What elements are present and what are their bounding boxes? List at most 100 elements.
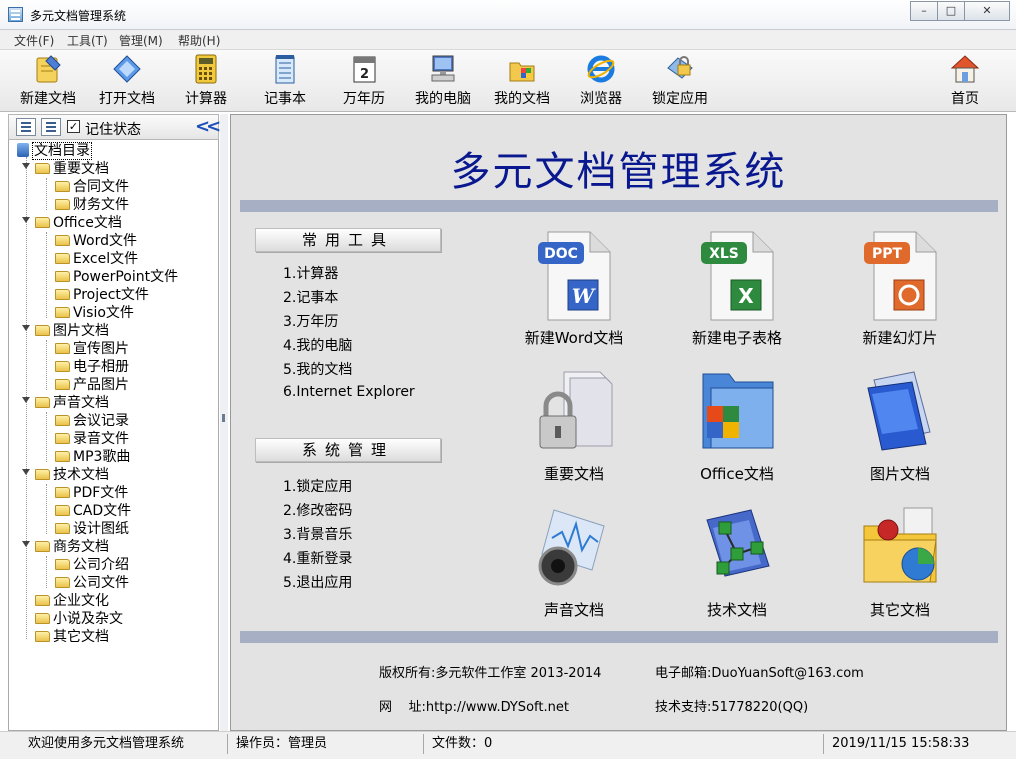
tool-link-calendar[interactable]: 3.万年历 (283, 311, 338, 331)
admin-link-lock[interactable]: 1.锁定应用 (283, 476, 352, 496)
tree-item-finance[interactable]: 财务文件 (55, 194, 129, 213)
expand-arrow-icon[interactable] (22, 217, 30, 223)
admin-link-relogin[interactable]: 4.重新登录 (283, 548, 352, 568)
tree-item-promo[interactable]: 宣传图片 (55, 338, 129, 357)
tree-item-album[interactable]: 电子相册 (55, 356, 129, 375)
folder-icon (55, 415, 70, 426)
close-button[interactable]: ✕ (964, 1, 1010, 21)
notepad-button[interactable]: 记事本 (248, 52, 322, 110)
expand-arrow-icon[interactable] (22, 163, 30, 169)
tile-tech-docs[interactable]: 技术文档 (662, 502, 812, 632)
tree-item-other[interactable]: 其它文档 (35, 626, 109, 645)
my-documents-icon (507, 54, 537, 84)
folder-icon (55, 307, 70, 318)
tree-header: ✓ 记住状态 << (8, 114, 221, 140)
tile-other-docs[interactable]: 其它文档 (825, 502, 975, 632)
tree-guide (46, 556, 47, 588)
tree-item-meeting[interactable]: 会议记录 (55, 410, 129, 429)
menu-tools[interactable]: 工具(T) (67, 32, 108, 49)
tree-item-word[interactable]: Word文件 (55, 230, 137, 249)
admin-link-change-password[interactable]: 2.修改密码 (283, 500, 352, 520)
picture-folder-icon (867, 371, 931, 451)
calculator-label: 计算器 (185, 91, 227, 107)
support-text: 技术支持:51778220(QQ) (655, 700, 809, 715)
tree-item-business[interactable]: 商务文档 (22, 536, 109, 555)
tile-new-ppt[interactable]: PPT 新建幻灯片 (825, 230, 975, 360)
panel-splitter[interactable] (220, 114, 228, 731)
tile-new-excel[interactable]: XLS X 新建电子表格 (662, 230, 812, 360)
open-doc-button[interactable]: 打开文档 (90, 52, 164, 110)
tool-link-notepad[interactable]: 2.记事本 (283, 287, 338, 307)
tree-item-important[interactable]: 重要文档 (22, 158, 109, 177)
tree-item-novels[interactable]: 小说及杂文 (35, 608, 123, 627)
tree-item-recording[interactable]: 录音文件 (55, 428, 129, 447)
tree-item-contract[interactable]: 合同文件 (55, 176, 129, 195)
tree-item-project[interactable]: Project文件 (55, 284, 149, 303)
calendar-button[interactable]: 2 万年历 (327, 52, 401, 110)
expand-arrow-icon[interactable] (22, 325, 30, 331)
tile-important-docs[interactable]: 重要文档 (499, 366, 649, 496)
menu-manage[interactable]: 管理(M) (119, 32, 163, 49)
tree-item-mp3[interactable]: MP3歌曲 (55, 446, 130, 465)
tile-picture-docs[interactable]: 图片文档 (825, 366, 975, 496)
tool-link-calculator[interactable]: 1.计算器 (283, 263, 338, 283)
calculator-button[interactable]: 计算器 (169, 52, 243, 110)
tool-link-ie[interactable]: 6.Internet Explorer (283, 384, 415, 400)
tree-item-product[interactable]: 产品图片 (55, 374, 129, 393)
menu-help[interactable]: 帮助(H) (178, 32, 220, 49)
tree-item-audio[interactable]: 声音文档 (22, 392, 109, 411)
tree-item-pdf[interactable]: PDF文件 (55, 482, 128, 501)
tools-section-header: 常用工具 (255, 228, 441, 252)
browser-button[interactable]: 浏览器 (564, 52, 638, 110)
tree-item-office[interactable]: Office文档 (22, 212, 122, 231)
menu-file[interactable]: 文件(F) (14, 32, 54, 49)
lock-app-label: 锁定应用 (652, 91, 708, 107)
tree-item-pictures[interactable]: 图片文档 (22, 320, 109, 339)
notepad-label: 记事本 (264, 91, 306, 107)
tree-item-company-files[interactable]: 公司文件 (55, 572, 129, 591)
home-button[interactable]: 首页 (928, 52, 1002, 110)
minimize-button[interactable]: – (910, 1, 938, 21)
tree-item-cad[interactable]: CAD文件 (55, 500, 131, 519)
tree-root[interactable]: 文档目录 (17, 140, 92, 160)
tree-item-company-intro[interactable]: 公司介绍 (55, 554, 129, 573)
expand-arrow-icon[interactable] (22, 541, 30, 547)
home-icon (950, 54, 980, 84)
folder-icon (55, 559, 70, 570)
tile-office-docs[interactable]: Office文档 (662, 366, 812, 496)
tree-guide (46, 484, 47, 534)
tree-item-powerpoint[interactable]: PowerPoint文件 (55, 266, 178, 285)
app-icon (8, 7, 23, 22)
my-documents-button[interactable]: 我的文档 (485, 52, 559, 110)
tool-link-my-documents[interactable]: 5.我的文档 (283, 359, 352, 379)
tool-link-my-computer[interactable]: 4.我的电脑 (283, 335, 352, 355)
folder-icon (55, 289, 70, 300)
expand-arrow-icon[interactable] (22, 397, 30, 403)
tile-label: 声音文档 (543, 601, 604, 619)
new-doc-button[interactable]: 新建文档 (11, 52, 85, 110)
my-computer-button[interactable]: 我的电脑 (406, 52, 480, 110)
tile-new-word[interactable]: DOC W 新建Word文档 (499, 230, 649, 360)
tree-item-drawings[interactable]: 设计图纸 (55, 518, 129, 537)
collapse-panel-icon[interactable]: << (195, 116, 221, 137)
lock-app-button[interactable]: 锁定应用 (643, 52, 717, 110)
folder-icon (55, 343, 70, 354)
xls-badge: XLS (709, 246, 739, 262)
remember-state-checkbox[interactable]: ✓ (67, 120, 80, 133)
tree-item-culture[interactable]: 企业文化 (35, 590, 109, 609)
admin-link-exit[interactable]: 5.退出应用 (283, 572, 352, 592)
locked-folder-icon (539, 371, 613, 449)
expand-arrow-icon[interactable] (22, 469, 30, 475)
tile-audio-docs[interactable]: 声音文档 (499, 502, 649, 632)
tree-item-excel[interactable]: Excel文件 (55, 248, 138, 267)
folder-icon (55, 577, 70, 588)
tree-item-tech[interactable]: 技术文档 (22, 464, 109, 483)
maximize-button[interactable]: □ (937, 1, 965, 21)
tree-item-visio[interactable]: Visio文件 (55, 302, 134, 321)
tree-guide (46, 232, 47, 318)
home-label: 首页 (951, 91, 979, 107)
collapse-all-icon[interactable] (41, 118, 61, 136)
toolbar: 新建文档 打开文档 计算器 记事本 2 万年历 我的电脑 我的文档 浏览器 锁定… (0, 50, 1016, 112)
admin-link-bg-music[interactable]: 3.背景音乐 (283, 524, 352, 544)
expand-all-icon[interactable] (16, 118, 36, 136)
